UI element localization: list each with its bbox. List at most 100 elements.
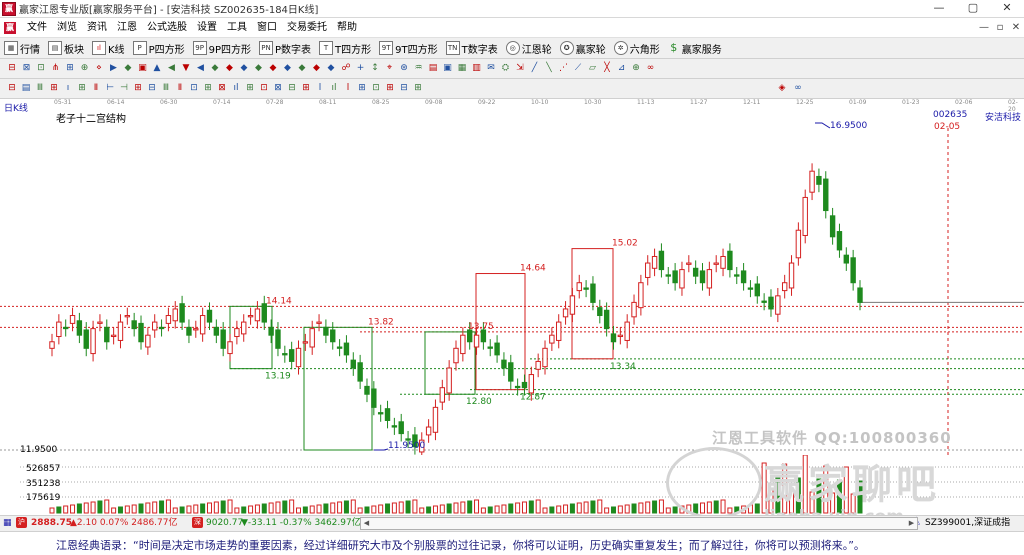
tb2-tool-icon[interactable]: ╲ [543,62,555,74]
toolbar-t-square-button[interactable]: T T四方形 [315,39,375,57]
toolbar-kline-button[interactable]: ıl K线 [88,39,129,57]
tb3-tool-icon[interactable]: Ⅲ [160,82,172,94]
menu-tools[interactable]: 工具 [222,18,252,37]
tb2-tool-icon[interactable]: ◀ [166,62,178,74]
tb3-tool-icon[interactable]: Ⅱ [174,82,186,94]
tb2-tool-icon[interactable]: ▱ [587,62,599,74]
mdi-minimize-button[interactable]: — [976,18,992,37]
toolbar-quotes-button[interactable]: ▦ 行情 [0,39,44,57]
tb2-tool-icon[interactable]: ◆ [267,62,279,74]
tb3-tool-icon[interactable]: ⊟ [398,82,410,94]
status-grid-icon[interactable]: ▦ [3,517,12,530]
tb3-tool-icon[interactable]: Ⅱ [90,82,102,94]
tb3-tool-icon[interactable]: ⊣ [118,82,130,94]
tb3-tool-icon[interactable]: ⊞ [300,82,312,94]
tb2-tool-icon[interactable]: ▶ [108,62,120,74]
tb3-tool-icon[interactable]: ⊞ [48,82,60,94]
tb3-tool-icon[interactable]: ⊞ [132,82,144,94]
tb2-tool-icon[interactable]: ⟋ [572,62,584,74]
tb2-tool-icon[interactable]: ◆ [224,62,236,74]
tb2-tool-icon[interactable]: ⊠ [21,62,33,74]
tb2-tool-icon[interactable]: ↕ [369,62,381,74]
tb2-tool-icon[interactable]: ▤ [427,62,439,74]
menu-settings[interactable]: 设置 [192,18,222,37]
toolbar-sector-button[interactable]: ▤ 板块 [44,39,88,57]
tb3-tool-icon[interactable]: ⅼ [342,82,354,94]
close-button[interactable]: ✕ [990,0,1024,17]
tb2-tool-icon[interactable]: ⊕ [630,62,642,74]
menu-info[interactable]: 资讯 [82,18,112,37]
toolbar-service-button[interactable]: $ 赢家服务 [664,39,726,57]
tb3-tool-icon[interactable]: ⊟ [146,82,158,94]
tb2-tool-icon[interactable]: ✉ [485,62,497,74]
tb2-tool-icon[interactable]: ⊞ [64,62,76,74]
tb2-tool-icon[interactable]: ⌖ [384,62,396,74]
tb2-tool-icon[interactable]: ◆ [253,62,265,74]
tb2-tool-icon[interactable]: ⊟ [6,62,18,74]
tb3-tool-icon[interactable]: ▤ [20,82,32,94]
menu-browse[interactable]: 浏览 [52,18,82,37]
tb2-tool-icon[interactable]: ╳ [601,62,613,74]
tb2-tool-icon[interactable]: ◆ [209,62,221,74]
tb2-tool-icon[interactable]: ⊿ [616,62,628,74]
tb2-tool-icon[interactable]: ▲ [151,62,163,74]
app-menu-icon[interactable]: 赢 [4,21,16,34]
menu-gann[interactable]: 江恩 [112,18,142,37]
tb3-tool-icon[interactable]: ⊞ [244,82,256,94]
tb3-tool-icon[interactable]: ⊠ [216,82,228,94]
scroll-left-icon[interactable]: ◀ [361,518,372,529]
tb2-tool-icon[interactable]: + [355,62,367,74]
maximize-button[interactable]: ▢ [956,0,990,17]
toolbar-p-square-button[interactable]: P P四方形 [129,39,189,57]
tb3-tool-icon[interactable]: ⊞ [412,82,424,94]
tb2-tool-icon[interactable]: ⊡ [35,62,47,74]
tb3-tool-icon[interactable]: ⊠ [272,82,284,94]
toolbar-9p-square-button[interactable]: 9P 9P四方形 [189,39,255,57]
tb3-tool-icon[interactable]: ⅼ [314,82,326,94]
tb3-tool-icon[interactable]: ⊞ [76,82,88,94]
tb2-tool-icon[interactable]: ▦ [456,62,468,74]
tb3-tool-icon[interactable]: ⊟ [6,82,18,94]
tb3-tool-icon[interactable]: ⊡ [258,82,270,94]
tb2-tool-icon[interactable]: ▣ [442,62,454,74]
menu-formula-screen[interactable]: 公式选股 [142,18,192,37]
tb2-tool-icon[interactable]: ♒ [413,62,425,74]
tb3-tool-icon[interactable]: ıl [230,82,242,94]
tb3-tool-icon[interactable]: ıl [328,82,340,94]
tb3-tool-icon[interactable]: ⊞ [202,82,214,94]
menu-window[interactable]: 窗口 [252,18,282,37]
current-index-label[interactable]: SZ399001,深证成指 [925,517,1010,530]
tb2-tool-icon[interactable]: ╱ [529,62,541,74]
tb2-tool-icon[interactable]: ◆ [282,62,294,74]
menu-help[interactable]: 帮助 [332,18,362,37]
tb3-tool-icon[interactable]: ⊡ [188,82,200,94]
mdi-close-button[interactable]: ✕ [1008,18,1024,37]
scroll-right-icon[interactable]: ▶ [906,518,917,529]
toolbar-p-table-button[interactable]: PN P数字表 [255,39,315,57]
tb2-tool-icon[interactable]: ◆ [311,62,323,74]
tb2-tool-icon[interactable]: ☍ [340,62,352,74]
toolbar-t-table-button[interactable]: TN T数字表 [442,39,502,57]
mdi-restore-button[interactable]: ▫ [992,18,1008,37]
tb3-tool-icon[interactable]: ⊞ [356,82,368,94]
tb2-tool-icon[interactable]: ▣ [137,62,149,74]
tb2-tool-icon[interactable]: ◆ [238,62,250,74]
tb3-tool-icon[interactable]: ⊟ [286,82,298,94]
tb2-tool-icon[interactable]: ▼ [180,62,192,74]
tb3-tool-icon[interactable]: Ⅲ [34,82,46,94]
tb2-tool-icon[interactable]: ▥ [471,62,483,74]
toolbar-winner-wheel-button[interactable]: ✪ 赢家轮 [556,39,610,57]
tb2-tool-icon[interactable]: ⇲ [514,62,526,74]
tb2-tool-icon[interactable]: ∞ [645,62,657,74]
tb3-tool-icon[interactable]: ◈ [776,82,788,94]
toolbar-gann-wheel-button[interactable]: ◎ 江恩轮 [502,39,556,57]
menu-file[interactable]: 文件 [22,18,52,37]
toolbar-hexagon-button[interactable]: ✲ 六角形 [610,39,664,57]
tb3-tool-icon[interactable]: ⊡ [370,82,382,94]
tb2-tool-icon[interactable]: ◆ [325,62,337,74]
tb2-tool-icon[interactable]: ⊕ [79,62,91,74]
minimize-button[interactable]: — [922,0,956,17]
tb2-tool-icon[interactable]: ◆ [296,62,308,74]
tb2-tool-icon[interactable]: ⋄ [93,62,105,74]
tb2-tool-icon[interactable]: ⋰ [558,62,570,74]
